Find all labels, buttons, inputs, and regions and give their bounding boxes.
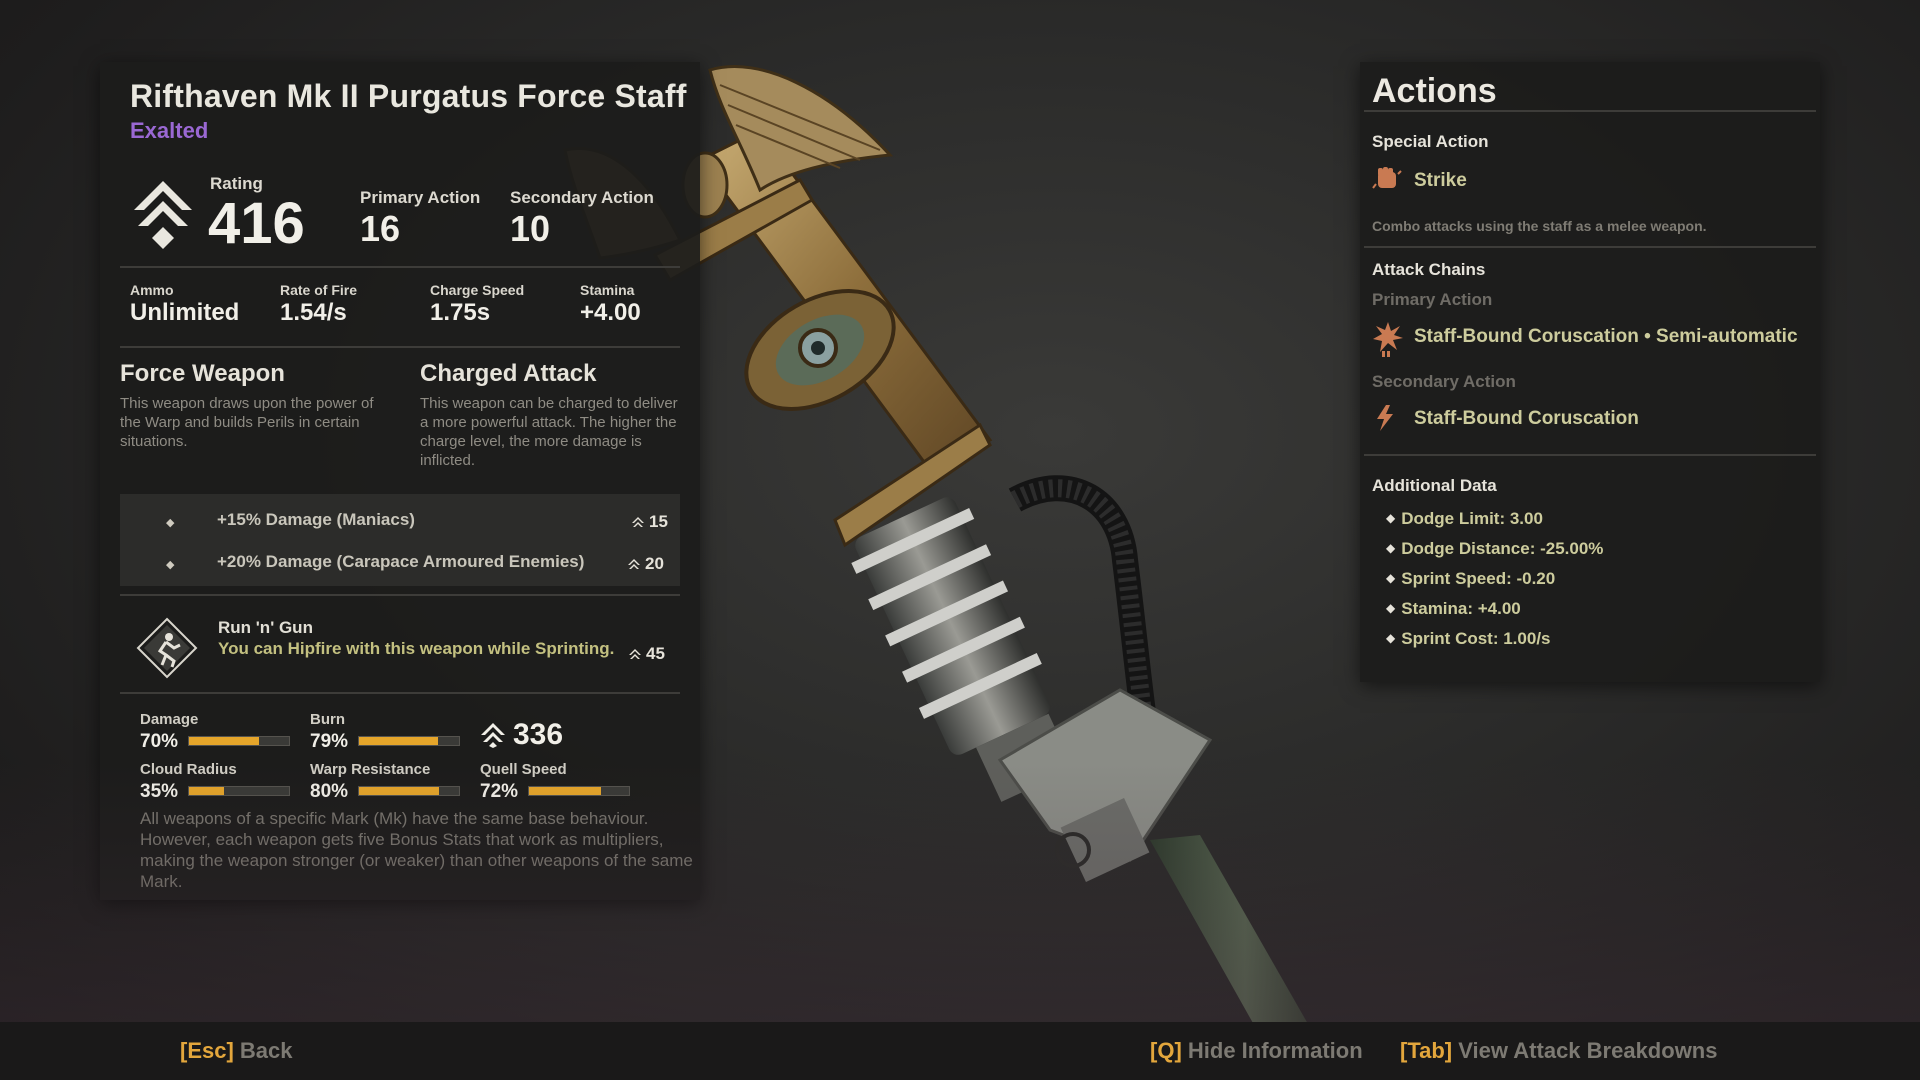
stat-charge-speed-label: Charge Speed <box>430 282 525 298</box>
view-attack-breakdowns-button[interactable]: [Tab] View Attack Breakdowns <box>1400 1038 1717 1064</box>
secondary-action-chain-name: Staff-Bound Coruscation <box>1414 408 1639 429</box>
modifier-burn-bar <box>358 736 460 746</box>
diamond-bullet-icon: ◆ <box>1386 511 1396 525</box>
trait-charged-attack-desc: This weapon can be charged to deliver a … <box>420 395 678 469</box>
modifier-warp-resistance-bar <box>358 786 460 796</box>
stat-stamina-label: Stamina <box>580 282 635 298</box>
divider <box>1364 110 1816 112</box>
trait-charged-attack-title: Charged Attack <box>420 360 597 387</box>
trait-force-weapon-title: Force Weapon <box>120 360 285 387</box>
weapon-rarity: Exalted <box>130 118 209 143</box>
q-key-hint: [Q] <box>1150 1038 1182 1063</box>
hide-information-label: Hide Information <box>1187 1038 1363 1063</box>
stat-rate-of-fire-label: Rate of Fire <box>280 282 358 298</box>
lightning-burst-icon <box>1373 322 1403 357</box>
modifier-quell-speed-label: Quell Speed <box>480 761 567 778</box>
blessing-value: 15 <box>631 512 668 532</box>
rating-chevron-icon <box>134 181 192 249</box>
blessing-value-number: 20 <box>645 554 664 573</box>
modifier-burn-label: Burn <box>310 711 345 728</box>
back-button[interactable]: [Esc] Back <box>180 1038 293 1064</box>
modifier-damage-label: Damage <box>140 711 199 728</box>
modifier-warp-resistance-label: Warp Resistance <box>310 761 431 778</box>
list-item: ◆ Sprint Speed: -0.20 <box>1386 569 1556 588</box>
modifier-burn-value: 79% <box>310 731 349 752</box>
primary-action-chain-label: Primary Action <box>1372 290 1493 309</box>
base-rating-value: 336 <box>513 718 564 751</box>
list-item: ◆ Stamina: +4.00 <box>1386 599 1521 618</box>
divider <box>1364 246 1816 248</box>
perk-desc: You can Hipfire with this weapon while S… <box>218 639 615 658</box>
stat-charge-speed-value: 1.75s <box>430 299 491 326</box>
modifier-cloud-radius-value: 35% <box>140 781 179 802</box>
actions-panel: Actions Special Action Strike Combo atta… <box>1360 62 1820 682</box>
stat-ammo-label: Ammo <box>130 282 174 298</box>
list-item: ◆ Dodge Distance: -25.00% <box>1386 539 1604 558</box>
blessing-text: +20% Damage (Carapace Armoured Enemies) <box>217 552 585 571</box>
perk-value-number: 45 <box>646 644 665 663</box>
hide-information-button[interactable]: [Q] Hide Information <box>1150 1038 1363 1064</box>
view-attack-breakdowns-label: View Attack Breakdowns <box>1458 1038 1718 1063</box>
bottom-hint-bar: [Esc] Back [Q] Hide Information [Tab] Vi… <box>0 1022 1920 1080</box>
blessings-box: ◆ +15% Damage (Maniacs) 15 ◆ +20% Damage… <box>120 494 680 586</box>
run-n-gun-perk-icon <box>136 617 198 679</box>
rating-chevron-icon <box>481 723 505 748</box>
perk-name: Run 'n' Gun <box>218 618 313 637</box>
actions-title: Actions <box>1372 72 1497 110</box>
secondary-action-label: Secondary Action <box>510 188 654 207</box>
divider <box>120 692 680 694</box>
modifier-warp-resistance-value: 80% <box>310 781 349 802</box>
modifier-cloud-radius-bar <box>188 786 290 796</box>
lightning-bolt-icon <box>1377 405 1393 431</box>
esc-key-hint: [Esc] <box>180 1038 234 1063</box>
back-label: Back <box>239 1038 293 1063</box>
secondary-action-chain-label: Secondary Action <box>1372 372 1516 391</box>
stat-rate-of-fire-value: 1.54/s <box>280 299 347 326</box>
modifier-damage-value: 70% <box>140 731 179 752</box>
divider <box>120 346 680 348</box>
modifier-damage-bar <box>188 736 290 746</box>
perk-value: 45 <box>628 644 665 664</box>
blessing-value-number: 15 <box>649 512 668 531</box>
attack-chains-label: Attack Chains <box>1372 260 1486 279</box>
divider <box>120 594 680 596</box>
list-item: ◆ Sprint Cost: 1.00/s <box>1386 629 1551 648</box>
diamond-bullet-icon: ◆ <box>1386 571 1396 585</box>
additional-data-list: ◆ Dodge Limit: 3.00 ◆ Dodge Distance: -25.… <box>1386 509 1603 659</box>
weapon-name: Rifthaven Mk II Purgatus Force Staff <box>130 78 687 114</box>
trait-force-weapon-desc: This weapon draws upon the power of the … <box>120 395 374 450</box>
stat-stamina-value: +4.00 <box>580 299 641 326</box>
special-action-label: Special Action <box>1372 132 1489 151</box>
list-item: ◆ Dodge Limit: 3.00 <box>1386 509 1543 528</box>
special-action-desc: Combo attacks using the staff as a melee… <box>1372 218 1707 234</box>
diamond-bullet-icon: ◆ <box>166 517 175 529</box>
diamond-bullet-icon: ◆ <box>1386 631 1396 645</box>
additional-data-label: Additional Data <box>1372 476 1497 495</box>
primary-action-label: Primary Action <box>360 188 481 207</box>
mark-explanation-note: All weapons of a specific Mark (Mk) have… <box>140 809 693 891</box>
primary-action-chain-name: Staff-Bound Coruscation • Semi-automatic <box>1414 326 1798 347</box>
modifier-quell-speed-value: 72% <box>480 781 519 802</box>
fist-icon <box>1372 167 1402 189</box>
rating-value: 416 <box>208 191 305 256</box>
rating-chevron-icon <box>632 516 644 527</box>
diamond-bullet-icon: ◆ <box>166 559 175 571</box>
special-action-name: Strike <box>1414 170 1467 191</box>
rating-chevron-icon <box>629 648 641 659</box>
modifier-cloud-radius-label: Cloud Radius <box>140 761 237 778</box>
diamond-bullet-icon: ◆ <box>1386 541 1396 555</box>
blessing-value: 20 <box>627 554 664 574</box>
stat-ammo-value: Unlimited <box>130 299 240 326</box>
tab-key-hint: [Tab] <box>1400 1038 1453 1063</box>
diamond-bullet-icon: ◆ <box>1386 601 1396 615</box>
blessing-text: +15% Damage (Maniacs) <box>217 510 415 529</box>
weapon-info-panel: Rifthaven Mk II Purgatus Force Staff Exa… <box>100 62 700 900</box>
rating-chevron-icon <box>628 558 640 569</box>
divider <box>120 266 680 268</box>
divider <box>1364 454 1816 456</box>
modifier-quell-speed-bar <box>528 786 630 796</box>
primary-action-value: 16 <box>360 208 401 249</box>
secondary-action-value: 10 <box>510 208 551 249</box>
